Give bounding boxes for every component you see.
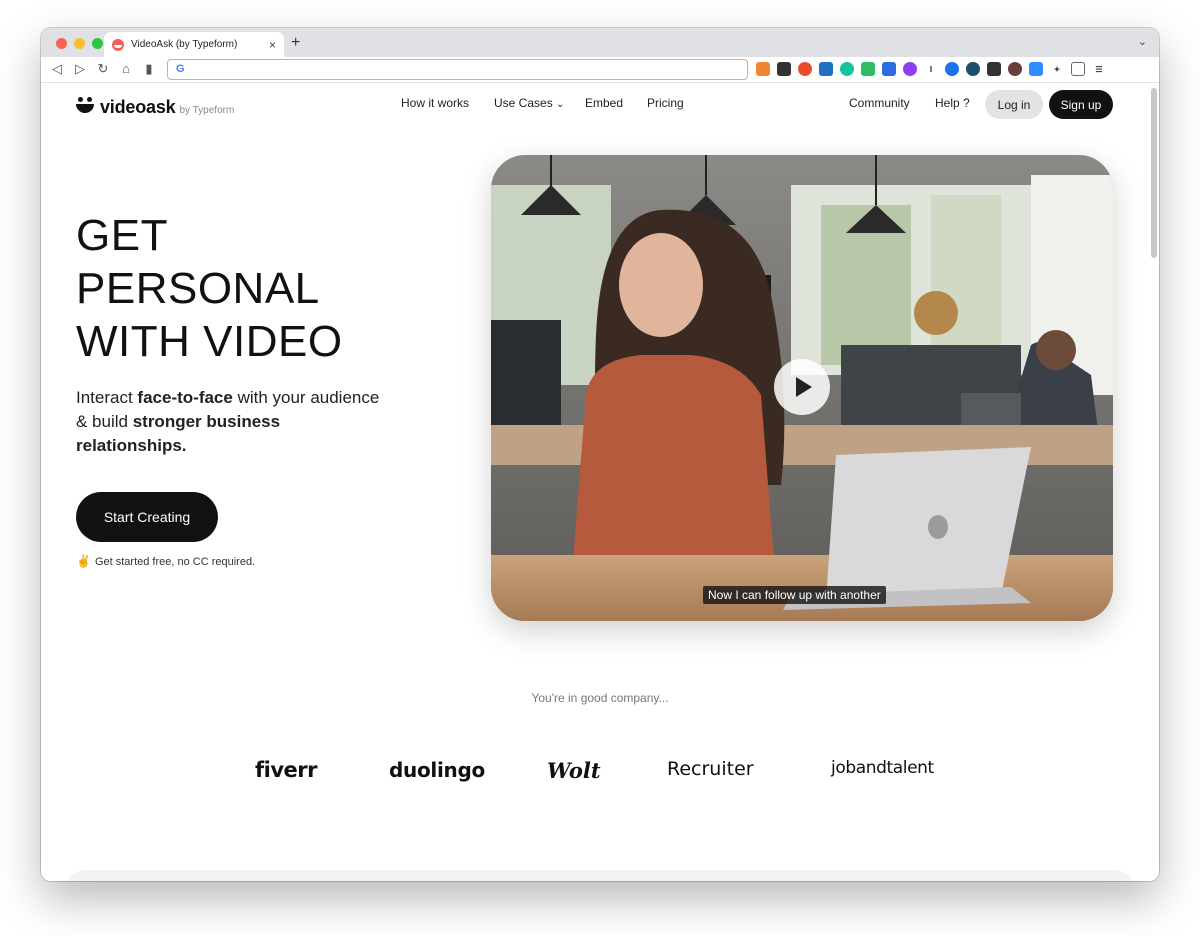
victory-hand-icon: ✌ [76,554,91,568]
close-tab-icon[interactable]: × [269,38,276,52]
nav-embed[interactable]: Embed [585,96,623,110]
free-note: ✌ Get started free, no CC required. [76,554,255,568]
menu-icon[interactable]: ☰ [1092,62,1106,76]
browser-window: VideoAsk (by Typeform) × + ⌄ ◁ ▷ ↻ ⌂ ▮ G… [41,28,1159,881]
nav-use-cases-label: Use Cases [494,96,553,110]
extensions-puzzle-icon[interactable]: ✦ [1050,62,1064,76]
nav-use-cases[interactable]: Use Cases ⌄ [494,96,564,110]
extension-v-icon[interactable] [819,62,833,76]
jobandtalent-logo: jobandtalent [831,758,934,778]
signup-button[interactable]: Sign up [1049,90,1113,119]
nav-how-it-works[interactable]: How it works [401,96,469,110]
start-creating-button[interactable]: Start Creating [76,492,218,542]
close-window-button[interactable] [56,38,67,49]
evernote-extension-icon[interactable] [861,62,875,76]
play-button[interactable] [774,359,830,415]
tab-list-chevron-icon[interactable]: ⌄ [1138,35,1147,48]
browser-tab[interactable]: VideoAsk (by Typeform) × [104,32,284,57]
hero-sub-part: Interact [76,388,138,407]
tab-title: VideoAsk (by Typeform) [131,39,238,50]
social-proof-heading: You're in good company... [531,691,669,705]
window-controls [56,38,103,49]
hero-title-line: PERSONAL [76,264,320,313]
extension-plus-icon[interactable] [798,62,812,76]
home-icon[interactable]: ⌂ [118,61,134,76]
videoask-logo[interactable]: videoask by Typeform [76,95,234,118]
extension-k-icon[interactable] [1008,62,1022,76]
chevron-down-icon: ⌄ [556,99,565,110]
login-button[interactable]: Log in [985,90,1043,119]
nav-community[interactable]: Community [849,96,910,110]
forward-icon[interactable]: ▷ [72,61,88,77]
address-bar[interactable]: G [167,59,748,80]
hero-video[interactable]: Now I can follow up with another [491,155,1113,621]
wolt-logo: Wolt [547,758,601,783]
maximize-window-button[interactable] [92,38,103,49]
logo-wordmark: videoask [100,97,176,117]
wallet-icon[interactable] [1071,62,1085,76]
logo-by-typeform: by Typeform [179,105,235,116]
free-note-text: Get started free, no CC required. [94,556,256,568]
back-icon[interactable]: ◁ [49,61,65,77]
video-caption: Now I can follow up with another [703,586,886,604]
notion-extension-icon[interactable] [987,62,1001,76]
hero-sub-bold: face-to-face [137,388,233,407]
nav-pricing[interactable]: Pricing [647,96,684,110]
webpage: videoask by Typeform How it works Use Ca… [41,84,1159,881]
hero-title-line: GET [76,211,168,260]
videoask-smile-icon [76,97,94,115]
extension-toolbar: I ✦ ☰ [756,62,1106,76]
extension-u-icon[interactable] [966,62,980,76]
hero-title: GET PERSONAL WITH VIDEO [76,209,343,368]
minimize-window-button[interactable] [74,38,85,49]
extension-ring-icon[interactable] [945,62,959,76]
scrollbar[interactable] [1151,88,1157,258]
grammarly-extension-icon[interactable] [840,62,854,76]
extension-purple-icon[interactable] [903,62,917,76]
nav-help[interactable]: Help ? [935,96,970,110]
fiverr-logo: fiverr [255,758,317,782]
zoom-extension-icon[interactable] [1029,62,1043,76]
extension-c-icon[interactable] [777,62,791,76]
tab-bar: VideoAsk (by Typeform) × + ⌄ [41,28,1159,57]
hero-title-line: WITH VIDEO [76,317,343,366]
extension-blue-icon[interactable] [882,62,896,76]
metamask-extension-icon[interactable] [756,62,770,76]
videoask-favicon-icon [112,38,124,51]
next-section-card [63,870,1137,881]
duolingo-logo: duolingo [389,758,485,782]
browser-toolbar: ◁ ▷ ↻ ⌂ ▮ G I ✦ ☰ [41,57,1159,83]
hero-subtitle: Interact face-to-face with your audience… [76,386,386,458]
extension-i-icon[interactable]: I [924,62,938,76]
new-tab-button[interactable]: + [291,34,300,52]
reload-icon[interactable]: ↻ [95,61,111,77]
google-icon: G [176,63,185,75]
recruiter-logo: Recruiter [667,758,754,780]
bookmark-icon[interactable]: ▮ [141,61,157,77]
